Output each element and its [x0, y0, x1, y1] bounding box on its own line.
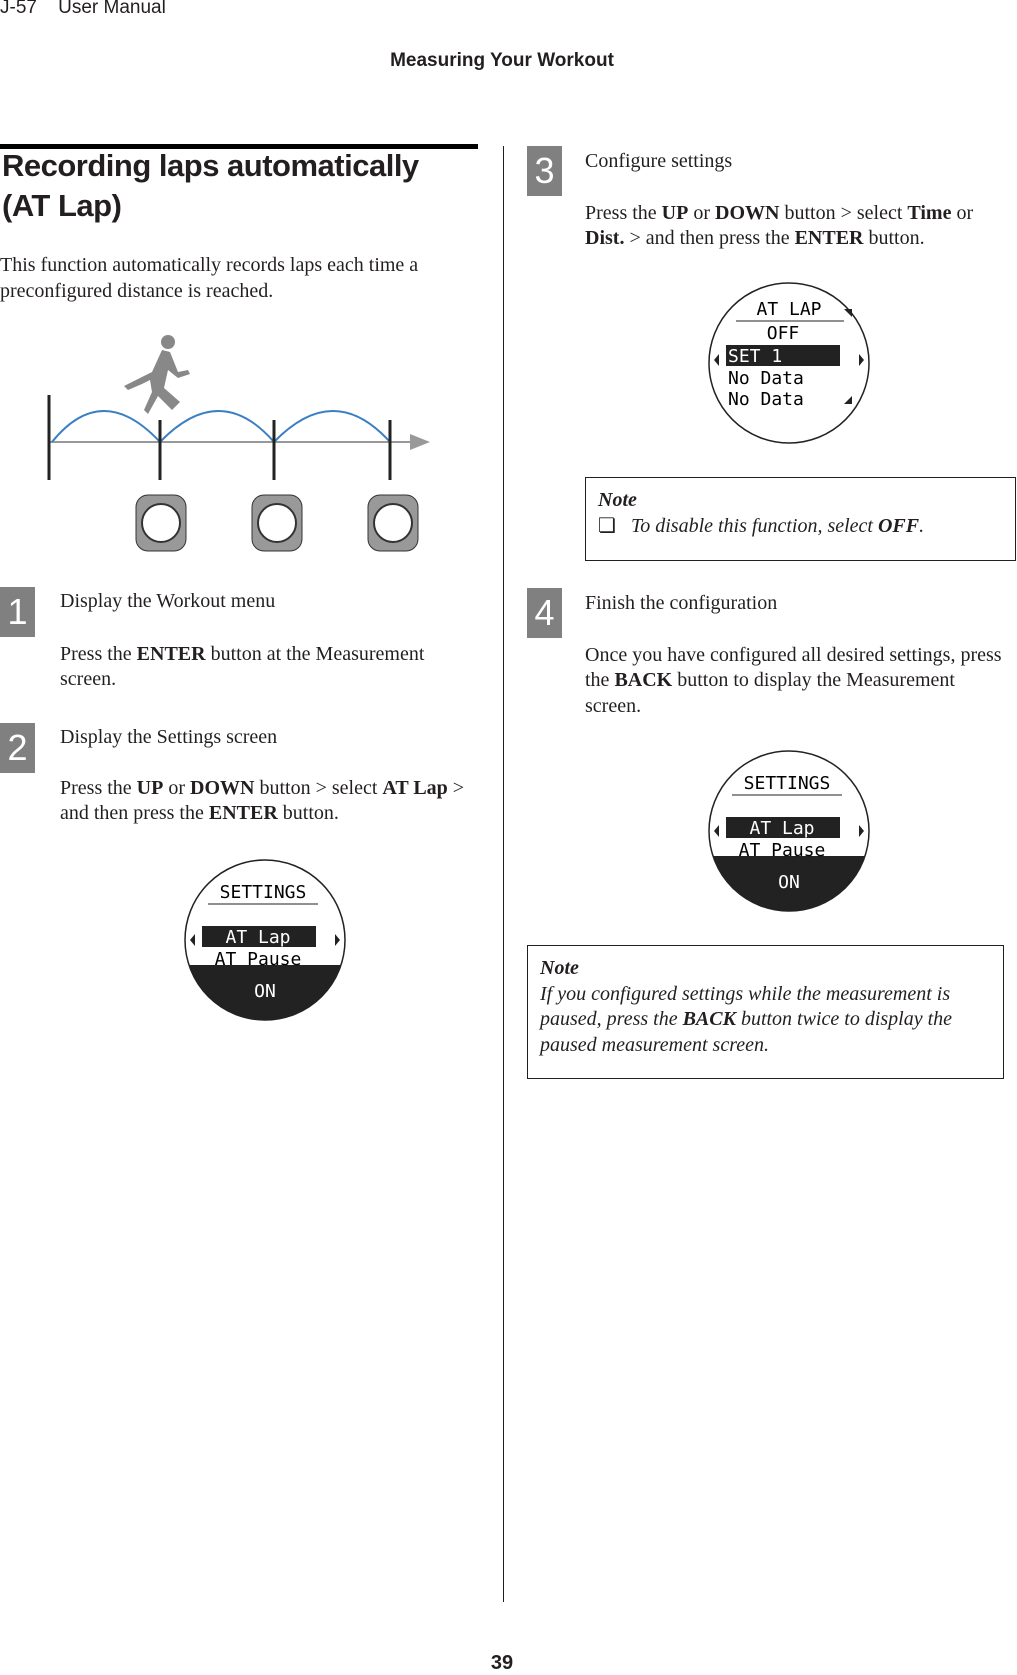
- note-box: Note If you configured settings while th…: [527, 945, 1004, 1079]
- step-badge: 4: [527, 588, 562, 638]
- page-number: 39: [490, 1652, 514, 1674]
- svg-text:SET 1: SET 1: [728, 346, 782, 367]
- step-body: Press the ENTER button at the Measuremen…: [60, 642, 425, 691]
- step-4: Finish the configuration Once you have c…: [585, 591, 1010, 719]
- runner-icon: [124, 335, 190, 414]
- svg-text:No Data: No Data: [728, 368, 804, 389]
- step-heading: Finish the configuration: [585, 592, 778, 614]
- step-heading: Display the Workout menu: [60, 590, 276, 612]
- svg-text:AT Pause: AT Pause: [739, 840, 826, 861]
- watch-icon: [367, 494, 419, 552]
- watch-screen-settings: SETTINGS AT Lap AT Pause ON: [184, 859, 346, 1021]
- step-badge: 1: [0, 587, 35, 637]
- note-box: Note ❏ To disable this function, select …: [585, 477, 1016, 561]
- step-body: Once you have configured all desired set…: [585, 643, 1002, 717]
- watch-screen-at-lap: AT LAP OFF SET 1 No Data No Data: [708, 282, 870, 444]
- svg-text:SETTINGS: SETTINGS: [220, 882, 307, 903]
- svg-text:AT Lap: AT Lap: [225, 927, 290, 948]
- intro-text: This function automatically records laps…: [0, 254, 419, 302]
- watch-screen-settings-final: SETTINGS AT Lap AT Pause ON: [708, 750, 870, 912]
- svg-text:SETTINGS: SETTINGS: [744, 773, 831, 794]
- svg-text:AT LAP: AT LAP: [756, 299, 821, 320]
- step-badge: 3: [527, 146, 562, 196]
- watch-icon: [251, 494, 303, 552]
- manual-page: J-57 User Manual Measuring Your Workout …: [0, 0, 1017, 1675]
- svg-text:AT Lap: AT Lap: [749, 818, 814, 839]
- step-1: Display the Workout menu Press the ENTER…: [60, 589, 480, 693]
- step-body: Press the UP or DOWN button > select Tim…: [585, 201, 974, 250]
- step-body: Press the UP or DOWN button > select AT …: [60, 776, 465, 825]
- svg-text:OFF: OFF: [767, 323, 800, 344]
- arrow-icon: [410, 434, 430, 450]
- svg-text:ON: ON: [254, 981, 276, 1002]
- page-title: Recording laps automatically (AT Lap): [2, 148, 419, 223]
- svg-text:AT Pause: AT Pause: [215, 949, 302, 970]
- step-heading: Configure settings: [585, 150, 733, 172]
- auto-lap-illustration: [47, 335, 430, 552]
- step-badge: 2: [0, 723, 35, 773]
- step-3: Configure settings Press the UP or DOWN …: [585, 149, 1005, 252]
- step-2: Display the Settings screen Press the UP…: [60, 725, 485, 827]
- watch-icon: [135, 494, 187, 552]
- step-heading: Display the Settings screen: [60, 726, 278, 748]
- svg-text:No Data: No Data: [728, 389, 804, 410]
- column-divider: [503, 146, 504, 1602]
- running-header: J-57 User Manual: [0, 0, 166, 18]
- section-title: Measuring Your Workout: [390, 50, 614, 71]
- svg-text:ON: ON: [778, 872, 800, 893]
